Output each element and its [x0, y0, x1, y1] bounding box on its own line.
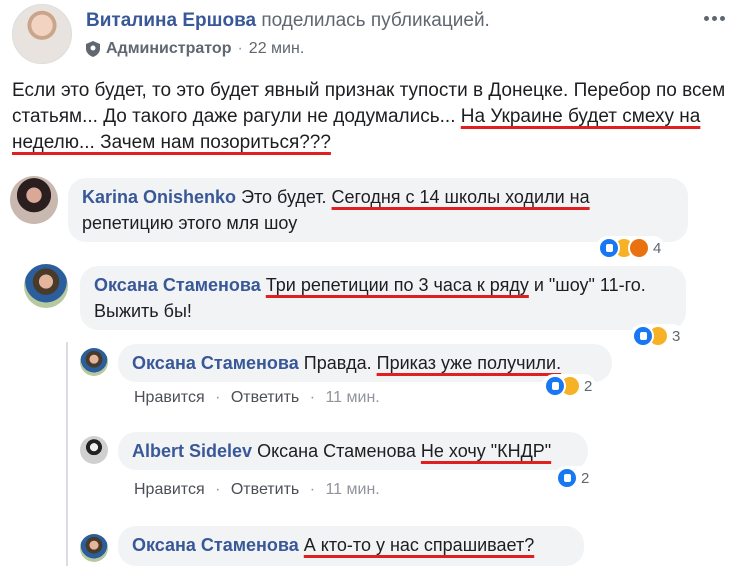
like-icon [556, 467, 578, 489]
reply-link[interactable]: Ответить [231, 481, 299, 498]
like-link[interactable]: Нравится [134, 389, 205, 406]
reply-link[interactable]: Ответить [231, 389, 299, 406]
dot-separator: · [215, 481, 221, 498]
reply-text-underlined: А кто-то у нас спрашивает? [303, 535, 535, 555]
post-header: Виталина Ершова поделилась публикацией. … [12, 4, 732, 66]
reply-author[interactable]: Оксана Стаменова [132, 353, 299, 373]
comment-text-rest: репетицию этого мля шоу [82, 213, 298, 233]
comment-author[interactable]: Оксана Стаменова [94, 275, 261, 295]
comment-bubble: Karina Onishenko Это будет. Сегодня с 14… [68, 178, 688, 242]
more-options-icon[interactable] [704, 8, 728, 22]
dot-separator: · [237, 40, 243, 57]
reply-timestamp[interactable]: 11 мин. [325, 481, 379, 498]
reply-mention[interactable]: Оксана Стаменова [257, 441, 416, 461]
like-icon [632, 325, 654, 347]
like-link[interactable]: Нравится [134, 481, 205, 498]
reply-author[interactable]: Оксана Стаменова [132, 535, 299, 555]
post-author-name[interactable]: Виталина Ершова [86, 10, 256, 31]
like-icon [544, 375, 566, 397]
avatar[interactable] [10, 176, 58, 224]
angry-icon [628, 237, 650, 259]
comment-bubble: Оксана Стаменова Три репетиции по 3 часа… [80, 266, 686, 330]
reaction-count: 3 [672, 327, 681, 345]
post-timestamp[interactable]: 22 мин. [249, 40, 304, 58]
reactions[interactable]: 2 [542, 374, 597, 398]
reply-actions: Нравится · Ответить · 11 мин. [134, 389, 380, 407]
dot-separator: · [309, 389, 316, 406]
reaction-count: 4 [653, 239, 662, 257]
post-author-line: Виталина Ершова поделилась публикацией. [86, 10, 490, 32]
shield-icon [86, 41, 100, 57]
avatar[interactable] [80, 534, 108, 562]
reactions[interactable]: 3 [630, 324, 685, 348]
avatar[interactable] [80, 348, 108, 376]
reply-bubble: Оксана Стаменова А кто-то у нас спрашива… [118, 526, 584, 566]
dot-separator: · [309, 481, 316, 498]
role-badge: Администратор [106, 40, 232, 57]
reaction-count: 2 [581, 469, 590, 487]
comment-text: Это будет. [241, 187, 332, 207]
post-text: Если это будет, то это будет явный призн… [12, 78, 732, 156]
reply-author[interactable]: Albert Sidelev [132, 441, 252, 461]
avatar[interactable] [24, 264, 68, 308]
reactions[interactable]: 2 [554, 466, 594, 490]
reply-text-underlined: Не хочу "КНДР" [420, 441, 552, 461]
reply-bubble: Albert Sidelev Оксана Стаменова Не хочу … [118, 432, 588, 470]
avatar[interactable] [12, 4, 72, 64]
reply-text: Правда. [303, 353, 377, 373]
dot-separator: · [215, 389, 221, 406]
reply-timestamp[interactable]: 11 мин. [325, 389, 379, 406]
reply-bubble: Оксана Стаменова Правда. Приказ уже полу… [118, 344, 612, 382]
reaction-count: 2 [584, 377, 593, 395]
reply-text-underlined: Приказ уже получили. [376, 353, 562, 373]
post-meta: Администратор · 22 мин. [86, 40, 304, 58]
shared-text: поделилась публикацией. [261, 10, 490, 31]
comment-text-underlined: Три репетиции по 3 часа к ряду [265, 275, 529, 295]
avatar[interactable] [80, 436, 108, 464]
comment-author[interactable]: Karina Onishenko [82, 187, 236, 207]
reactions[interactable]: 4 [596, 236, 666, 260]
like-icon [598, 237, 620, 259]
reply-actions: Нравится · Ответить · 11 мин. [134, 481, 380, 499]
thread-line [66, 342, 68, 566]
comment-text-underlined: Сегодня с 14 школы ходили на [331, 187, 590, 207]
